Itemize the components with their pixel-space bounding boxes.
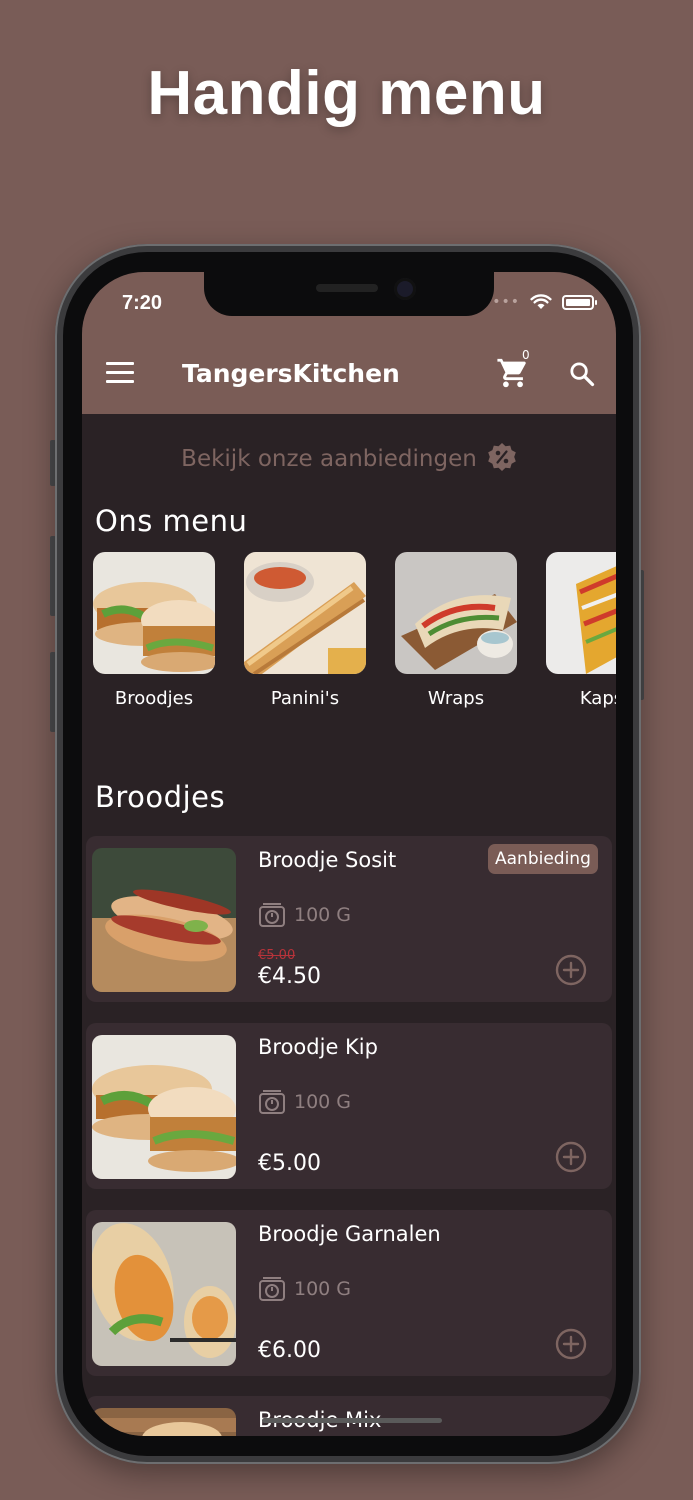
products-section-title: Broodjes xyxy=(95,780,226,814)
app-screen: 7:20 •••• TangersKitchen 0 Bekijk onze a… xyxy=(82,272,616,1436)
cart-count-badge: 0 xyxy=(522,348,530,362)
add-to-cart-icon[interactable] xyxy=(555,954,587,986)
category-image xyxy=(546,552,616,674)
product-image xyxy=(92,1408,236,1436)
product-name: Broodje Garnalen xyxy=(258,1222,441,1246)
offer-badge: Aanbieding xyxy=(488,844,598,874)
product-card-broodje-garnalen[interactable]: Broodje Garnalen 100 G €6.00 xyxy=(86,1210,612,1376)
category-image xyxy=(395,552,517,674)
app-title: TangersKitchen xyxy=(182,359,400,388)
category-image xyxy=(244,552,366,674)
search-icon[interactable] xyxy=(568,360,596,388)
battery-icon xyxy=(562,294,597,310)
category-carousel[interactable]: Broodjes Panini's Wraps Kap xyxy=(93,552,616,712)
speaker-grille xyxy=(316,284,378,292)
product-price: €5.00 xyxy=(258,1151,321,1176)
product-weight: 100 G xyxy=(258,902,351,928)
wifi-icon xyxy=(530,294,552,309)
scale-icon xyxy=(259,1090,285,1114)
product-name: Broodje Sosit xyxy=(258,848,397,872)
category-paninis[interactable]: Panini's xyxy=(244,552,366,709)
category-wraps[interactable]: Wraps xyxy=(395,552,517,709)
offers-link[interactable]: Bekijk onze aanbiedingen xyxy=(82,442,616,478)
product-price: €4.50 xyxy=(258,964,321,989)
category-label: Broodjes xyxy=(114,688,194,709)
app-bar: TangersKitchen 0 xyxy=(82,334,616,414)
scale-icon xyxy=(259,903,285,927)
product-card-broodje-mix[interactable]: Broodje Mix xyxy=(86,1396,612,1436)
product-card-broodje-sosit[interactable]: Broodje Sosit Aanbieding 100 G €5.00 €4.… xyxy=(86,836,612,1002)
category-broodjes[interactable]: Broodjes xyxy=(93,552,215,709)
menu-section-title: Ons menu xyxy=(95,504,248,538)
offers-link-label: Bekijk onze aanbiedingen xyxy=(181,446,477,472)
promo-headline: Handig menu xyxy=(147,59,546,128)
category-label: Wraps xyxy=(427,688,485,709)
discount-badge-icon xyxy=(487,442,517,478)
product-weight: 100 G xyxy=(258,1089,351,1115)
home-indicator xyxy=(262,1418,442,1423)
product-weight-value: 100 G xyxy=(294,1091,352,1113)
scale-icon xyxy=(259,1277,285,1301)
add-to-cart-icon[interactable] xyxy=(555,1328,587,1360)
notch xyxy=(204,272,494,316)
category-label: Kapsa xyxy=(579,688,616,709)
product-image xyxy=(92,848,236,992)
hamburger-menu-icon[interactable] xyxy=(106,362,134,384)
product-image xyxy=(92,1222,236,1366)
product-name: Broodje Kip xyxy=(258,1035,378,1059)
add-to-cart-icon[interactable] xyxy=(555,1141,587,1173)
product-weight-value: 100 G xyxy=(294,904,352,926)
product-card-broodje-kip[interactable]: Broodje Kip 100 G €5.00 xyxy=(86,1023,612,1189)
product-weight-value: 100 G xyxy=(294,1278,352,1300)
product-price: €6.00 xyxy=(258,1338,321,1363)
front-camera xyxy=(394,278,416,300)
status-time: 7:20 xyxy=(122,292,163,314)
product-image xyxy=(92,1035,236,1179)
category-image xyxy=(93,552,215,674)
category-kapsa[interactable]: Kapsa xyxy=(546,552,616,709)
product-weight: 100 G xyxy=(258,1276,351,1302)
category-label: Panini's xyxy=(270,688,340,709)
product-old-price: €5.00 xyxy=(258,948,296,963)
